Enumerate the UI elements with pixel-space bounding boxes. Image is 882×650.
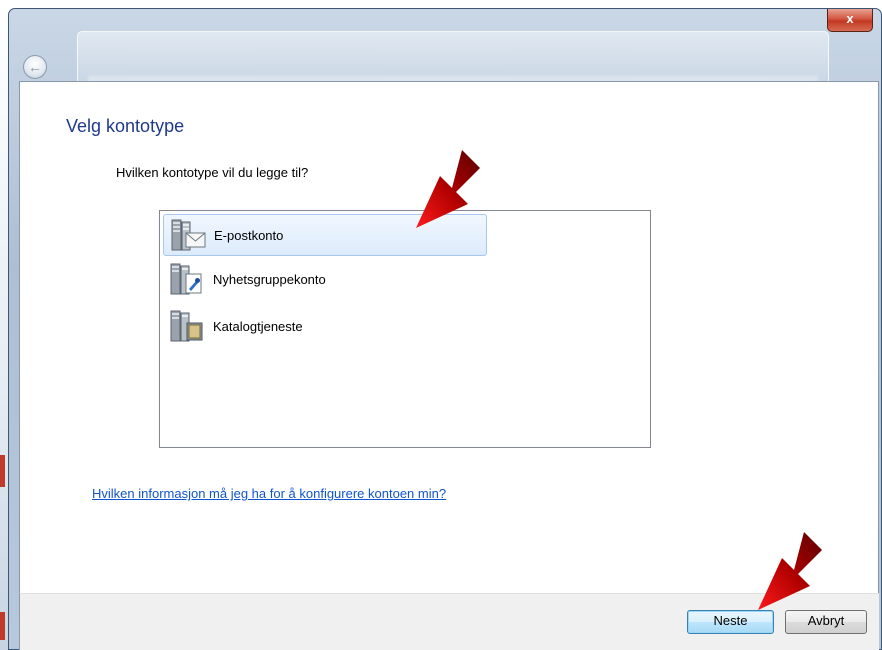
background-taskbar-mark [0, 612, 5, 640]
annotation-arrow-icon [416, 150, 480, 228]
question-label: Hvilken kontotype vil du legge til? [116, 165, 309, 180]
page-title: Velg kontotype [66, 116, 185, 136]
list-item-label: E-postkonto [214, 228, 284, 243]
close-button[interactable]: x [827, 9, 873, 32]
list-item-label: Katalogtjeneste [213, 319, 303, 334]
background-desktop-strip [0, 0, 8, 650]
back-button[interactable]: ← [23, 55, 47, 79]
background-taskbar-mark [0, 455, 5, 487]
list-item-newsgroup-account[interactable]: Nyhetsgruppekonto [163, 259, 487, 301]
close-icon: x [846, 11, 854, 26]
list-item-directory-service[interactable]: Katalogtjeneste [163, 306, 487, 348]
back-arrow-icon: ← [28, 59, 42, 75]
account-type-list[interactable]: E-postkonto Nyhetsgruppekonto Katalogtje… [159, 210, 651, 448]
email-server-icon [171, 219, 206, 251]
annotation-arrow-icon [758, 532, 822, 610]
newsgroup-server-icon [170, 263, 202, 295]
dialog-footer: Neste Avbryt [19, 593, 879, 650]
list-item-label: Nyhetsgruppekonto [213, 272, 326, 287]
directory-server-icon [170, 310, 203, 342]
help-link[interactable]: Hvilken informasjon må jeg ha for å konf… [92, 486, 446, 501]
